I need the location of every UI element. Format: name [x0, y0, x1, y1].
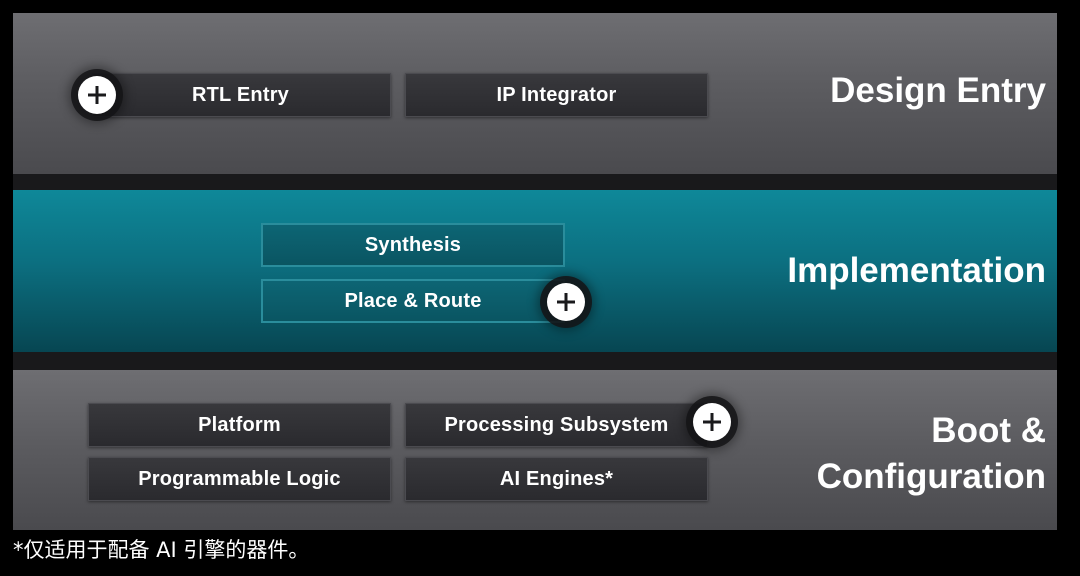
platform-box[interactable]: Platform [88, 403, 391, 447]
boot-configuration-title: Boot & Configuration [817, 408, 1046, 500]
place-route-label: Place & Route [344, 289, 482, 312]
synthesis-box[interactable]: Synthesis [261, 223, 565, 267]
boot-title-line1: Boot & [931, 411, 1046, 450]
synthesis-label: Synthesis [364, 233, 462, 256]
platform-label: Platform [198, 413, 281, 436]
ai-engines-label: AI Engines* [499, 467, 614, 490]
ai-engines-box[interactable]: AI Engines* [405, 457, 708, 501]
rtl-entry-expand-button[interactable] [78, 76, 116, 114]
boot-title-line2: Configuration [816, 457, 1046, 496]
plus-icon [557, 293, 575, 311]
band-divider [13, 174, 1057, 190]
processing-subsystem-expand-button[interactable] [693, 403, 731, 441]
band-divider [13, 352, 1057, 370]
implementation-title: Implementation [787, 251, 1046, 290]
ip-integrator-box[interactable]: IP Integrator [405, 73, 708, 117]
footnote: *仅适用于配备 AI 引擎的器件。 [13, 538, 310, 562]
rtl-entry-label: RTL Entry [192, 83, 289, 106]
plus-icon [88, 86, 106, 104]
plus-icon [703, 413, 721, 431]
programmable-logic-label: Programmable Logic [138, 467, 341, 490]
processing-subsystem-box[interactable]: Processing Subsystem [405, 403, 708, 447]
design-flow-diagram: RTL Entry IP Integrator Design Entry Syn… [0, 0, 1080, 576]
ip-integrator-label: IP Integrator [496, 83, 617, 106]
place-route-box[interactable]: Place & Route [261, 279, 565, 323]
processing-subsystem-label: Processing Subsystem [444, 413, 669, 436]
programmable-logic-box[interactable]: Programmable Logic [88, 457, 391, 501]
rtl-entry-box[interactable]: RTL Entry [92, 73, 391, 117]
place-route-expand-button[interactable] [547, 283, 585, 321]
design-entry-title: Design Entry [830, 71, 1046, 110]
